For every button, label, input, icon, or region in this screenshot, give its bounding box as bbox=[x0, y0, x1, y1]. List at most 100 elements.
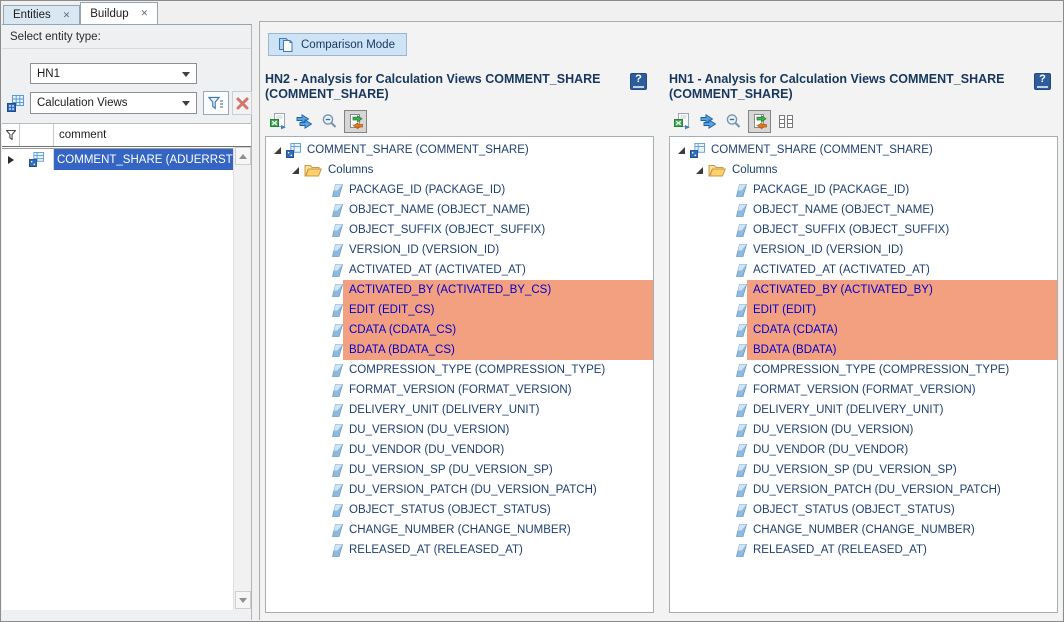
close-icon[interactable]: ✕ bbox=[63, 11, 71, 20]
tree-item-row[interactable]: BDATA (BDATA) bbox=[670, 340, 1057, 360]
tree-item-row[interactable]: PACKAGE_ID (PACKAGE_ID) bbox=[266, 180, 653, 200]
tree-item-row[interactable]: EDIT (EDIT) bbox=[670, 300, 1057, 320]
tree-item-row[interactable]: OBJECT_STATUS (OBJECT_STATUS) bbox=[670, 500, 1057, 520]
tree-item-row[interactable]: DU_VENDOR (DU_VENDOR) bbox=[266, 440, 653, 460]
filter-button[interactable] bbox=[203, 91, 229, 115]
tree-item-label: COMPRESSION_TYPE (COMPRESSION_TYPE) bbox=[747, 360, 1057, 380]
zoom-out-button[interactable] bbox=[722, 110, 745, 133]
tree-item-row[interactable]: VERSION_ID (VERSION_ID) bbox=[670, 240, 1057, 260]
comparison-tree-hn1: COMMENT_SHARE (COMMENT_SHARE) Columns bbox=[669, 136, 1058, 613]
tree-item-row[interactable]: EDIT (EDIT_CS) bbox=[266, 300, 653, 320]
tree-root-label: COMMENT_SHARE (COMMENT_SHARE) bbox=[705, 144, 933, 156]
tree-item-row[interactable]: ACTIVATED_AT (ACTIVATED_AT) bbox=[266, 260, 653, 280]
tree-item-row[interactable]: DU_VENDOR (DU_VENDOR) bbox=[670, 440, 1057, 460]
arrow-up-icon bbox=[239, 154, 247, 159]
entity-type-dropdown[interactable]: Calculation Views bbox=[30, 92, 197, 114]
close-icon[interactable]: ✕ bbox=[141, 9, 149, 18]
forward-results-button[interactable] bbox=[696, 110, 719, 133]
tree-item-row[interactable]: DU_VERSION_SP (DU_VERSION_SP) bbox=[266, 460, 653, 480]
tree-item-row[interactable]: DU_VERSION_SP (DU_VERSION_SP) bbox=[670, 460, 1057, 480]
list-scrollbar[interactable] bbox=[233, 147, 251, 610]
tree-item-row[interactable]: ACTIVATED_BY (ACTIVATED_BY_CS) bbox=[266, 280, 653, 300]
tree-item-row[interactable]: FORMAT_VERSION (FORMAT_VERSION) bbox=[670, 380, 1057, 400]
tree-item-row[interactable]: CDATA (CDATA) bbox=[670, 320, 1057, 340]
entity-type-dropdown-value: Calculation Views bbox=[37, 97, 128, 109]
system-dropdown[interactable]: HN1 bbox=[30, 63, 197, 84]
tree-item-label: OBJECT_NAME (OBJECT_NAME) bbox=[343, 200, 653, 220]
column-icon bbox=[736, 284, 747, 297]
export-excel-button[interactable] bbox=[670, 110, 693, 133]
tree-item-row[interactable]: OBJECT_SUFFIX (OBJECT_SUFFIX) bbox=[266, 220, 653, 240]
tree-item-row[interactable]: DU_VERSION (DU_VERSION) bbox=[670, 420, 1057, 440]
tree-item-row[interactable]: FORMAT_VERSION (FORMAT_VERSION) bbox=[266, 380, 653, 400]
column-icon bbox=[332, 384, 343, 397]
tree-item-row[interactable]: CHANGE_NUMBER (CHANGE_NUMBER) bbox=[670, 520, 1057, 540]
tree-item-row[interactable]: ACTIVATED_BY (ACTIVATED_BY) bbox=[670, 280, 1057, 300]
tree-item-row[interactable]: CDATA (CDATA_CS) bbox=[266, 320, 653, 340]
tree-item-label: CDATA (CDATA_CS) bbox=[343, 320, 653, 340]
tab-entities[interactable]: Entities ✕ bbox=[3, 5, 80, 24]
tree-item-row[interactable]: OBJECT_NAME (OBJECT_NAME) bbox=[266, 200, 653, 220]
tree-item-label: DU_VERSION_SP (DU_VERSION_SP) bbox=[747, 460, 1057, 480]
column-icon bbox=[736, 424, 747, 437]
tree-item-row[interactable]: BDATA (BDATA_CS) bbox=[266, 340, 653, 360]
chevron-down-icon[interactable] bbox=[182, 101, 190, 106]
header-comment-column[interactable]: comment bbox=[54, 124, 251, 146]
expand-icon[interactable] bbox=[696, 167, 703, 174]
scroll-up-button[interactable] bbox=[235, 147, 251, 165]
comparison-mode-button[interactable]: Comparison Mode bbox=[268, 33, 407, 56]
entity-list-selected-row[interactable]: COMMENT_SHARE (ADUERRSTEIN_T bbox=[2, 149, 251, 170]
tree-item-row[interactable]: RELEASED_AT (RELEASED_AT) bbox=[266, 540, 653, 560]
header-filter-icon[interactable] bbox=[2, 124, 20, 146]
column-icon bbox=[736, 464, 747, 477]
expand-icon[interactable] bbox=[678, 147, 685, 154]
column-layout-button[interactable] bbox=[774, 110, 797, 133]
tree-folder-row[interactable]: Columns bbox=[670, 160, 1057, 180]
tree-item-row[interactable]: DU_VERSION_PATCH (DU_VERSION_PATCH) bbox=[670, 480, 1057, 500]
forward-arrows-icon bbox=[699, 113, 717, 130]
tree-item-row[interactable]: RELEASED_AT (RELEASED_AT) bbox=[670, 540, 1057, 560]
tree-item-row[interactable]: ACTIVATED_AT (ACTIVATED_AT) bbox=[670, 260, 1057, 280]
tree-item-row[interactable]: COMPRESSION_TYPE (COMPRESSION_TYPE) bbox=[266, 360, 653, 380]
tree-root-row[interactable]: COMMENT_SHARE (COMMENT_SHARE) bbox=[670, 140, 1057, 160]
tree-item-row[interactable]: DU_VERSION (DU_VERSION) bbox=[266, 420, 653, 440]
column-icon bbox=[332, 444, 343, 457]
column-icon bbox=[332, 464, 343, 477]
row-icon-cell bbox=[20, 149, 54, 170]
tree-item-label: CHANGE_NUMBER (CHANGE_NUMBER) bbox=[747, 520, 1057, 540]
compare-mode-toggle-button[interactable] bbox=[748, 110, 771, 133]
compare-mode-toggle-button[interactable] bbox=[344, 110, 367, 133]
clear-filter-x-icon bbox=[236, 97, 249, 110]
forward-results-button[interactable] bbox=[292, 110, 315, 133]
export-excel-button[interactable] bbox=[266, 110, 289, 133]
tree-item-row[interactable]: PACKAGE_ID (PACKAGE_ID) bbox=[670, 180, 1057, 200]
tree-item-label: RELEASED_AT (RELEASED_AT) bbox=[747, 540, 1057, 560]
tree-item-row[interactable]: DELIVERY_UNIT (DELIVERY_UNIT) bbox=[670, 400, 1057, 420]
help-icon[interactable]: ? bbox=[630, 73, 647, 90]
clear-filter-button[interactable] bbox=[232, 91, 252, 115]
tree-item-row[interactable]: COMPRESSION_TYPE (COMPRESSION_TYPE) bbox=[670, 360, 1057, 380]
tree-item-label: ACTIVATED_BY (ACTIVATED_BY_CS) bbox=[343, 280, 653, 300]
tab-buildup[interactable]: Buildup ✕ bbox=[80, 2, 158, 24]
tree-item-row[interactable]: DU_VERSION_PATCH (DU_VERSION_PATCH) bbox=[266, 480, 653, 500]
tree-item-row[interactable]: DELIVERY_UNIT (DELIVERY_UNIT) bbox=[266, 400, 653, 420]
scroll-down-button[interactable] bbox=[235, 591, 251, 609]
selected-entity-label: COMMENT_SHARE (ADUERRSTEIN_T bbox=[54, 149, 251, 170]
export-excel-icon bbox=[269, 113, 287, 130]
tree-item-row[interactable]: OBJECT_STATUS (OBJECT_STATUS) bbox=[266, 500, 653, 520]
tree-item-label: DU_VENDOR (DU_VENDOR) bbox=[747, 440, 1057, 460]
tree-item-row[interactable]: OBJECT_SUFFIX (OBJECT_SUFFIX) bbox=[670, 220, 1057, 240]
column-icon bbox=[332, 524, 343, 537]
expand-icon[interactable] bbox=[274, 147, 281, 154]
expand-icon[interactable] bbox=[292, 167, 299, 174]
zoom-out-button[interactable] bbox=[318, 110, 341, 133]
tree-root-row[interactable]: COMMENT_SHARE (COMMENT_SHARE) bbox=[266, 140, 653, 160]
tree-item-row[interactable]: OBJECT_NAME (OBJECT_NAME) bbox=[670, 200, 1057, 220]
header-icon-column[interactable] bbox=[20, 124, 54, 146]
chevron-down-icon[interactable] bbox=[182, 72, 190, 77]
help-icon[interactable]: ? bbox=[1034, 73, 1051, 90]
tree-folder-row[interactable]: Columns bbox=[266, 160, 653, 180]
column-icon bbox=[332, 304, 343, 317]
tree-item-row[interactable]: VERSION_ID (VERSION_ID) bbox=[266, 240, 653, 260]
tree-item-row[interactable]: CHANGE_NUMBER (CHANGE_NUMBER) bbox=[266, 520, 653, 540]
